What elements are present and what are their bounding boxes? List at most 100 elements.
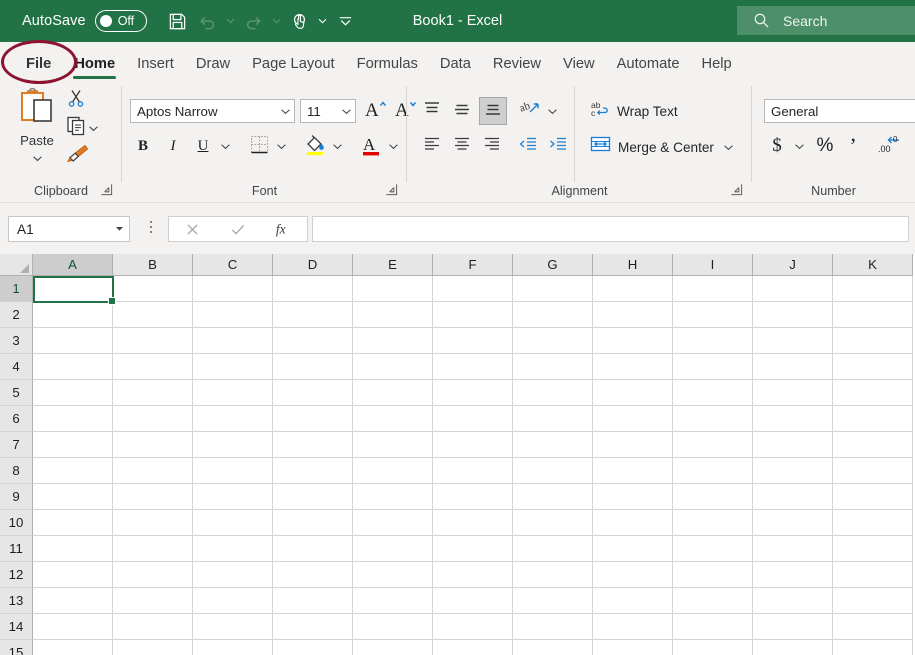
cell-E13[interactable] — [353, 588, 433, 614]
cell-D14[interactable] — [273, 614, 353, 640]
cell-H13[interactable] — [593, 588, 673, 614]
cell-B8[interactable] — [113, 458, 193, 484]
cell-I2[interactable] — [673, 302, 753, 328]
cell-H1[interactable] — [593, 276, 673, 302]
decrease-indent-button[interactable] — [515, 133, 541, 159]
cell-H6[interactable] — [593, 406, 673, 432]
cancel-x-icon[interactable] — [170, 217, 214, 241]
cell-J9[interactable] — [753, 484, 833, 510]
cell-K2[interactable] — [833, 302, 913, 328]
cell-J14[interactable] — [753, 614, 833, 640]
cell-K3[interactable] — [833, 328, 913, 354]
align-left-button[interactable] — [419, 133, 445, 159]
cell-A15[interactable] — [33, 640, 113, 655]
fill-color-dropdown-icon[interactable] — [328, 133, 346, 159]
clipboard-dialog-launcher-icon[interactable] — [100, 183, 114, 197]
cell-H15[interactable] — [593, 640, 673, 655]
cell-C3[interactable] — [193, 328, 273, 354]
cell-C13[interactable] — [193, 588, 273, 614]
cut-button[interactable] — [66, 88, 86, 113]
cell-C5[interactable] — [193, 380, 273, 406]
cell-G6[interactable] — [513, 406, 593, 432]
cell-E15[interactable] — [353, 640, 433, 655]
cell-D7[interactable] — [273, 432, 353, 458]
cell-A4[interactable] — [33, 354, 113, 380]
cell-D10[interactable] — [273, 510, 353, 536]
bold-button[interactable]: B — [130, 133, 156, 159]
cell-A8[interactable] — [33, 458, 113, 484]
cell-F12[interactable] — [433, 562, 513, 588]
cell-A12[interactable] — [33, 562, 113, 588]
italic-button[interactable]: I — [160, 133, 186, 159]
cell-I1[interactable] — [673, 276, 753, 302]
cell-H4[interactable] — [593, 354, 673, 380]
cell-B3[interactable] — [113, 328, 193, 354]
column-header-D[interactable]: D — [273, 254, 353, 276]
cell-A9[interactable] — [33, 484, 113, 510]
cell-B5[interactable] — [113, 380, 193, 406]
number-format-combo[interactable]: General — [764, 99, 915, 123]
cell-F13[interactable] — [433, 588, 513, 614]
cell-E14[interactable] — [353, 614, 433, 640]
tab-insert[interactable]: Insert — [126, 48, 185, 80]
cell-B11[interactable] — [113, 536, 193, 562]
name-box-chevron-down-icon[interactable] — [109, 226, 129, 232]
cell-G4[interactable] — [513, 354, 593, 380]
cell-A10[interactable] — [33, 510, 113, 536]
cell-J11[interactable] — [753, 536, 833, 562]
cell-B10[interactable] — [113, 510, 193, 536]
increase-font-size-button[interactable]: A — [362, 97, 390, 125]
cell-I13[interactable] — [673, 588, 753, 614]
row-header-11[interactable]: 11 — [0, 536, 33, 562]
cell-K11[interactable] — [833, 536, 913, 562]
cell-K6[interactable] — [833, 406, 913, 432]
cell-K10[interactable] — [833, 510, 913, 536]
orientation-dropdown-icon[interactable] — [544, 98, 560, 124]
comma-style-button[interactable]: ’ — [840, 133, 866, 159]
cell-J6[interactable] — [753, 406, 833, 432]
cell-E4[interactable] — [353, 354, 433, 380]
row-header-3[interactable]: 3 — [0, 328, 33, 354]
tab-automate[interactable]: Automate — [606, 48, 691, 80]
column-header-A[interactable]: A — [33, 254, 113, 276]
cell-E9[interactable] — [353, 484, 433, 510]
insert-function-fx-icon[interactable]: fx — [262, 217, 306, 241]
cell-B2[interactable] — [113, 302, 193, 328]
cell-G7[interactable] — [513, 432, 593, 458]
align-middle-button[interactable] — [449, 98, 475, 124]
cell-C1[interactable] — [193, 276, 273, 302]
cell-B12[interactable] — [113, 562, 193, 588]
cell-I11[interactable] — [673, 536, 753, 562]
column-header-K[interactable]: K — [833, 254, 913, 276]
cell-F1[interactable] — [433, 276, 513, 302]
undo-icon[interactable] — [194, 6, 222, 36]
cell-E6[interactable] — [353, 406, 433, 432]
cell-D11[interactable] — [273, 536, 353, 562]
cell-C11[interactable] — [193, 536, 273, 562]
cell-J5[interactable] — [753, 380, 833, 406]
cell-D2[interactable] — [273, 302, 353, 328]
customize-quick-access-icon[interactable] — [332, 6, 360, 36]
copy-button[interactable] — [66, 115, 100, 141]
cell-H12[interactable] — [593, 562, 673, 588]
cell-G11[interactable] — [513, 536, 593, 562]
cell-B7[interactable] — [113, 432, 193, 458]
cell-A13[interactable] — [33, 588, 113, 614]
tab-review[interactable]: Review — [482, 48, 552, 80]
cell-A2[interactable] — [33, 302, 113, 328]
cell-J1[interactable] — [753, 276, 833, 302]
cell-E5[interactable] — [353, 380, 433, 406]
increase-indent-button[interactable] — [545, 133, 571, 159]
column-header-H[interactable]: H — [593, 254, 673, 276]
cell-H3[interactable] — [593, 328, 673, 354]
accounting-dropdown-icon[interactable] — [790, 133, 808, 159]
tab-home[interactable]: Home — [63, 48, 126, 80]
cell-F2[interactable] — [433, 302, 513, 328]
cell-F11[interactable] — [433, 536, 513, 562]
cell-F15[interactable] — [433, 640, 513, 655]
redo-dropdown-icon[interactable] — [270, 6, 284, 36]
percent-format-button[interactable]: % — [812, 133, 838, 159]
formula-input[interactable] — [312, 216, 909, 242]
cell-H14[interactable] — [593, 614, 673, 640]
font-dialog-launcher-icon[interactable] — [385, 183, 399, 197]
